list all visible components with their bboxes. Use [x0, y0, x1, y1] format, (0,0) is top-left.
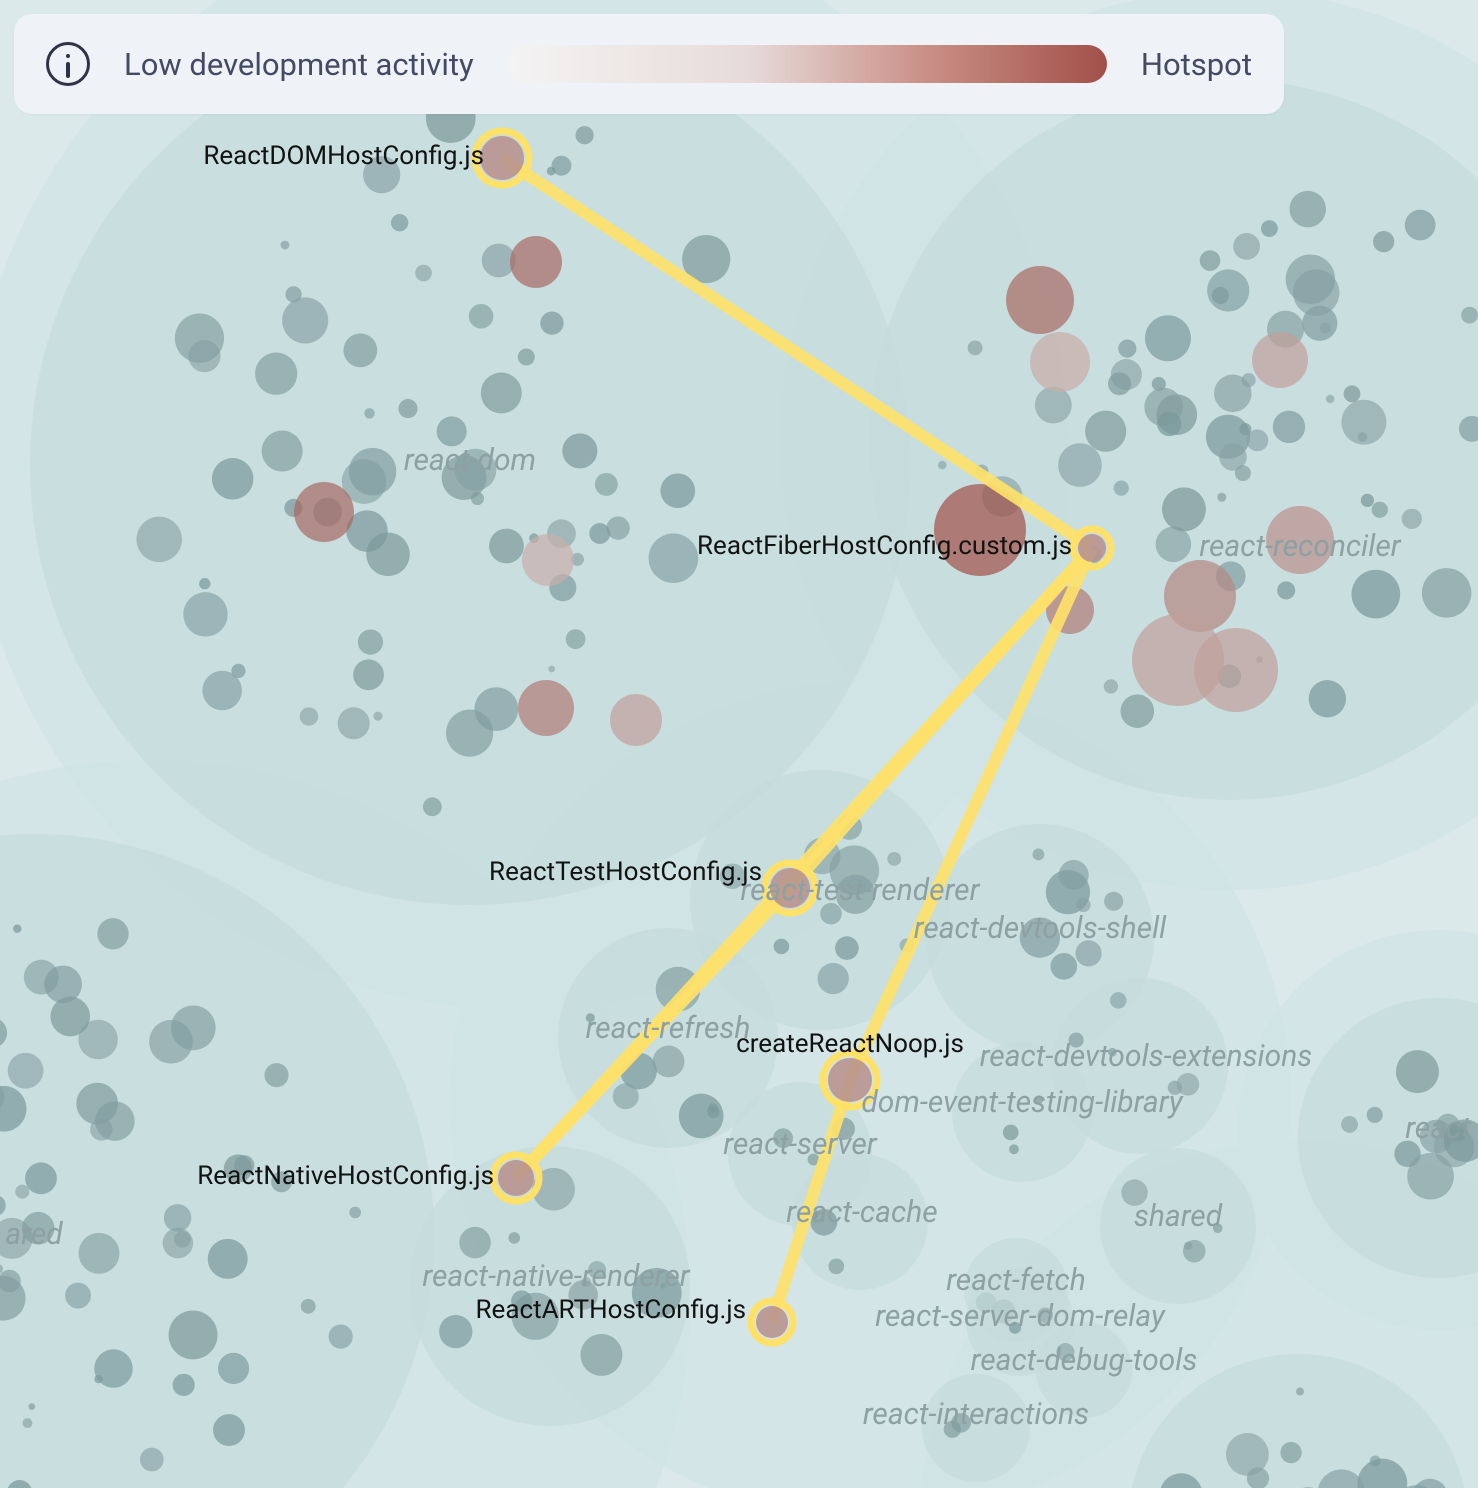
- visualization[interactable]: react-dom react-reconciler react-test-rend…: [0, 0, 1478, 1488]
- package-label: ared: [5, 1217, 63, 1252]
- package-label: react-server-dom-relay: [875, 1299, 1166, 1334]
- package-label: shared: [1134, 1199, 1223, 1234]
- hotspot-dot[interactable]: [1252, 332, 1308, 388]
- hotspot-dot[interactable]: [1006, 266, 1074, 334]
- file-label: ReactDOMHostConfig.js: [203, 141, 484, 171]
- file-node[interactable]: [756, 1306, 788, 1338]
- legend-gradient: [508, 45, 1107, 83]
- hotspot-dot[interactable]: [610, 694, 662, 746]
- package-label: react-native-renderer: [422, 1259, 690, 1294]
- package-label: react-cache: [786, 1195, 937, 1230]
- legend-low: Low development activity: [124, 46, 474, 83]
- package-label: dom-event-testing-library: [861, 1085, 1184, 1120]
- info-icon[interactable]: [46, 42, 90, 86]
- file-label: ReactTestHostConfig.js: [489, 857, 762, 887]
- legend: Low development activity Hotspot: [14, 14, 1284, 114]
- package-label: react-interactions: [863, 1397, 1089, 1432]
- file-label: ReactARTHostConfig.js: [476, 1295, 746, 1325]
- package-label: react-fetch: [946, 1263, 1086, 1298]
- hotspot-dot[interactable]: [518, 680, 574, 736]
- hotspot-dot[interactable]: [1194, 628, 1278, 712]
- file-node[interactable]: [1078, 534, 1106, 562]
- file-node[interactable]: [480, 136, 524, 180]
- legend-hot: Hotspot: [1141, 46, 1252, 83]
- package-label: react-devtools-shell: [914, 911, 1167, 946]
- package-label: react-reconciler: [1199, 529, 1401, 564]
- hotspot-dot[interactable]: [522, 534, 574, 586]
- hotspot-dot[interactable]: [1030, 332, 1090, 392]
- file-label: ReactNativeHostConfig.js: [197, 1161, 494, 1191]
- package-label: react-debug-tools: [971, 1343, 1198, 1378]
- package-label: react-refresh: [586, 1011, 751, 1046]
- package-label: react-dom: [404, 443, 536, 478]
- hotspot-dot[interactable]: [510, 236, 562, 288]
- file-node[interactable]: [498, 1160, 534, 1196]
- package-label: react: [1405, 1111, 1471, 1146]
- package-label: react-devtools-extensions: [980, 1039, 1313, 1074]
- file-label: ReactFiberHostConfig.custom.js: [697, 531, 1072, 561]
- package-label: react-test-renderer: [741, 873, 981, 908]
- hotspot-dot[interactable]: [294, 482, 354, 542]
- file-label: createReactNoop.js: [736, 1029, 964, 1059]
- package-label: react-server: [723, 1127, 878, 1162]
